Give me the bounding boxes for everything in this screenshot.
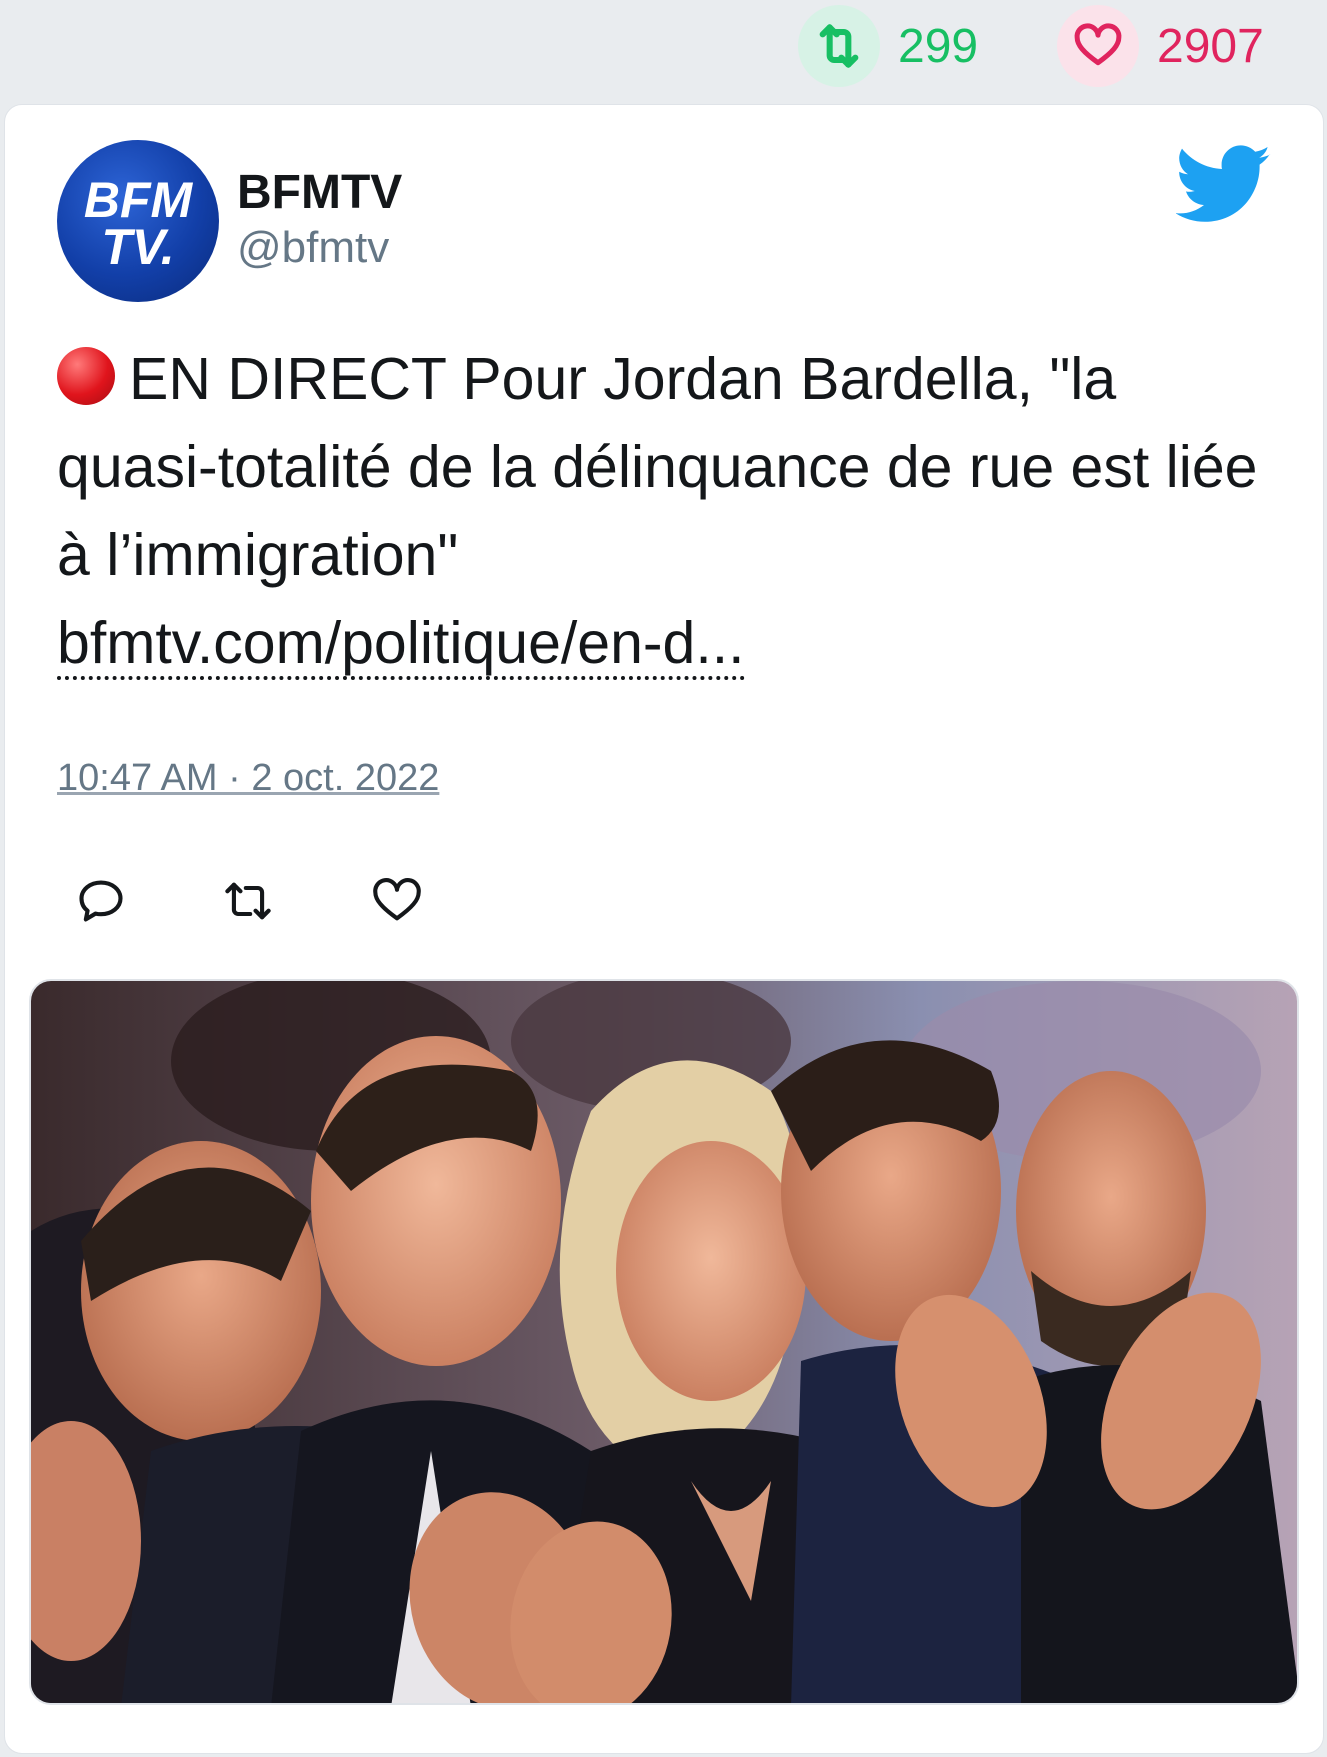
retweet-icon[interactable] (798, 5, 880, 87)
retweet-icon (225, 882, 271, 920)
tweet-photo[interactable] (29, 979, 1299, 1705)
heart-icon[interactable] (1057, 5, 1139, 87)
tweet-card: BFM TV. BFMTV @bfmtv EN DIRECT Pour Jord… (4, 104, 1324, 1754)
tweet-timestamp[interactable]: 10:47 AM · 2 oct. 2022 (57, 757, 439, 800)
audience-photo (31, 981, 1297, 1703)
retweet-count: 299 (898, 19, 979, 73)
like-button[interactable] (371, 875, 423, 932)
reply-icon (79, 880, 123, 922)
reply-button[interactable] (75, 875, 127, 932)
tweet-stats-bar: 299 2907 (0, 0, 1327, 100)
avatar-text-bottom: TV. (101, 219, 174, 275)
tweet-link[interactable]: bfmtv.com/politique/en-d... (57, 610, 745, 680)
retweet-count-stat[interactable]: 299 (798, 5, 979, 87)
like-count: 2907 (1157, 19, 1264, 73)
retweet-button[interactable] (218, 875, 278, 932)
bfmtv-logo: BFM TV. (84, 172, 194, 275)
tweet-body: EN DIRECT Pour Jordan Bardella, "la quas… (57, 346, 1258, 588)
red-circle-icon (57, 347, 115, 405)
author-handle[interactable]: @bfmtv (237, 223, 389, 273)
tweet-text: EN DIRECT Pour Jordan Bardella, "la quas… (57, 335, 1277, 687)
author-name[interactable]: BFMTV (237, 165, 402, 220)
twitter-bird-icon[interactable] (1175, 145, 1272, 230)
heart-icon (373, 878, 421, 921)
avatar[interactable]: BFM TV. (57, 140, 219, 302)
like-count-stat[interactable]: 2907 (1057, 5, 1264, 87)
